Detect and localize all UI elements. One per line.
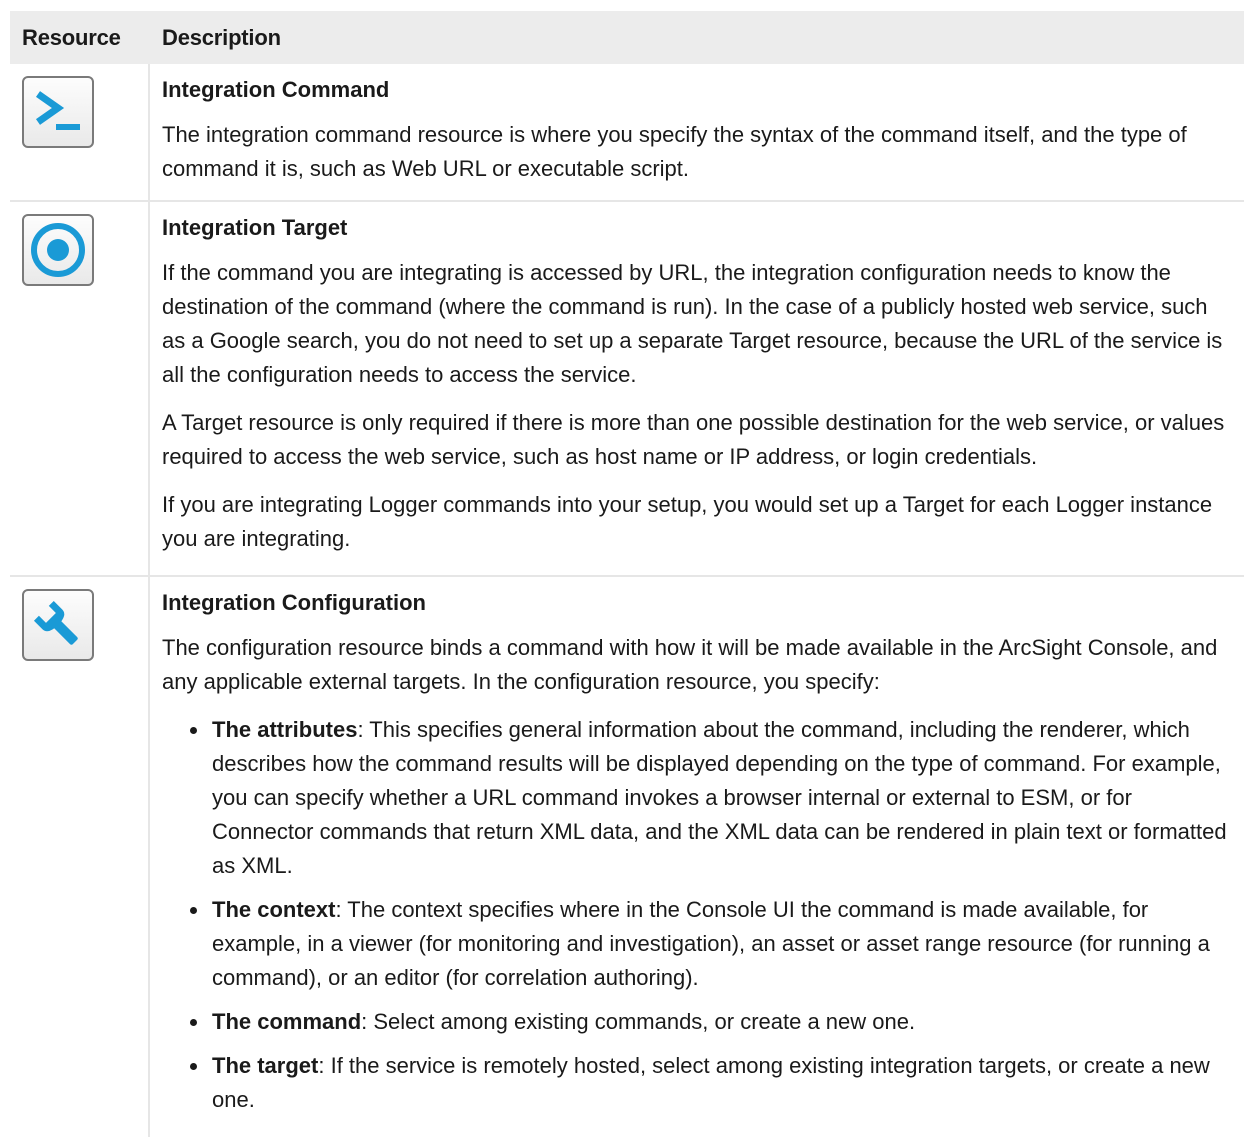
resource-table: Resource Description Integration Command… — [10, 11, 1244, 1137]
bullet-icon — [190, 1063, 197, 1070]
list-item: The command: Select among existing comma… — [190, 1005, 1230, 1039]
resource-cell — [10, 202, 150, 575]
header-resource: Resource — [22, 24, 121, 50]
paragraph: The configuration resource binds a comma… — [162, 635, 1218, 694]
paragraph: If you are integrating Logger commands i… — [162, 492, 1213, 551]
table-row: Integration Target If the command you ar… — [10, 202, 1244, 577]
paragraph: The integration command resource is wher… — [162, 122, 1187, 181]
paragraph: A Target resource is only required if th… — [162, 410, 1225, 469]
wrench-icon — [22, 589, 94, 661]
table-row: Integration Command The integration comm… — [10, 64, 1244, 202]
bullet-icon — [190, 907, 197, 914]
description-cell: Integration Target If the command you ar… — [150, 202, 1244, 575]
list-item: The target: If the service is remotely h… — [190, 1049, 1230, 1117]
item-title: Integration Target — [162, 215, 348, 240]
bullet-text: : If the service is remotely hosted, sel… — [212, 1053, 1210, 1112]
list-item: The attributes: This specifies general i… — [190, 713, 1230, 883]
bullet-term: The target — [212, 1053, 319, 1078]
bullet-term: The command — [212, 1009, 362, 1034]
bullet-text: : Select among existing commands, or cre… — [361, 1009, 916, 1034]
paragraph: If the command you are integrating is ac… — [162, 260, 1223, 387]
table-header: Resource Description — [10, 11, 1244, 64]
resource-cell — [10, 64, 150, 200]
bullet-term: The attributes — [212, 717, 358, 742]
item-title: Integration Configuration — [162, 590, 426, 615]
item-title: Integration Command — [162, 77, 390, 102]
description-cell: Integration Configuration The configurat… — [150, 577, 1244, 1137]
bullet-icon — [190, 1019, 197, 1026]
description-cell: Integration Command The integration comm… — [150, 64, 1244, 200]
table-row: Integration Configuration The configurat… — [10, 577, 1244, 1137]
resource-cell — [10, 577, 150, 1137]
bullet-term: The context — [212, 897, 336, 922]
bullet-text: : The context specifies where in the Con… — [212, 897, 1210, 990]
bullet-text: : This specifies general information abo… — [212, 717, 1227, 878]
target-icon — [22, 214, 94, 286]
list-item: The context: The context specifies where… — [190, 893, 1230, 995]
header-description: Description — [162, 24, 281, 50]
bullet-icon — [190, 727, 197, 734]
terminal-icon — [22, 76, 94, 148]
bullet-list: The attributes: This specifies general i… — [162, 713, 1230, 1117]
